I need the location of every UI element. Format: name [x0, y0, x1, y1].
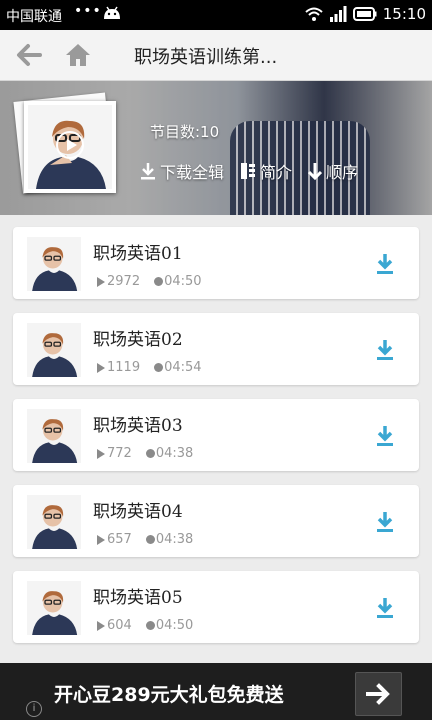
episode-thumbnail	[27, 237, 81, 291]
episode-list: 职场英语01 2972 04:50 职场英语02 1119 04:54 职场英语…	[13, 227, 419, 657]
arrow-right-icon	[366, 683, 390, 705]
play-count-icon	[97, 362, 105, 373]
episode-meta: 2972 04:50	[97, 274, 202, 289]
episode-thumbnail	[27, 581, 81, 635]
download-icon[interactable]	[375, 511, 395, 533]
play-count: 772	[107, 446, 132, 461]
play-count: 657	[107, 532, 132, 547]
episode-meta: 657 04:38	[97, 532, 193, 547]
download-icon[interactable]	[375, 425, 395, 447]
battery-icon	[352, 7, 377, 21]
episode-thumbnail	[27, 323, 81, 377]
list-item[interactable]: 职场英语05 604 04:50	[13, 571, 419, 643]
episode-meta: 604 04:50	[97, 618, 193, 633]
duration: 04:54	[164, 360, 202, 375]
play-count-icon	[97, 448, 105, 459]
episode-thumbnail	[27, 495, 81, 549]
clock-icon	[154, 363, 164, 372]
ad-go-button[interactable]	[355, 672, 402, 716]
play-count: 604	[107, 618, 132, 633]
list-item[interactable]: 职场英语03 772 04:38	[13, 399, 419, 471]
status-bar: 中国联通 ••• 15:10	[0, 0, 432, 30]
title-bar: 职场英语训练第...	[0, 30, 432, 81]
album-header: 节目数:10 下载全辑 简介 顺序	[0, 81, 432, 215]
play-count: 1119	[107, 360, 141, 375]
episode-meta: 772 04:38	[97, 446, 193, 461]
signal-icon	[329, 6, 347, 22]
episode-meta: 1119 04:54	[97, 360, 202, 375]
episode-title: 职场英语02	[93, 330, 183, 350]
episode-title: 职场英语05	[93, 588, 183, 608]
download-icon[interactable]	[375, 339, 395, 361]
episode-title: 职场英语01	[93, 244, 183, 264]
list-item[interactable]: 职场英语02 1119 04:54	[13, 313, 419, 385]
play-circle-icon[interactable]	[56, 131, 84, 159]
clock-icon	[145, 535, 155, 544]
sort-arrow-icon	[308, 163, 323, 180]
intro-label: 简介	[260, 163, 293, 182]
download-all-button[interactable]: 下载全辑	[140, 159, 224, 183]
info-icon[interactable]: i	[26, 701, 42, 717]
duration: 04:38	[155, 532, 194, 547]
episode-thumbnail	[27, 409, 81, 463]
back-arrow-icon[interactable]	[14, 42, 42, 68]
ad-banner[interactable]: i 开心豆289元大礼包免费送	[0, 663, 432, 720]
intro-button[interactable]: 简介	[240, 159, 292, 183]
carrier-name: 中国联通	[6, 9, 62, 25]
page-title: 职场英语训练第...	[134, 47, 278, 68]
home-icon[interactable]	[64, 41, 92, 69]
ad-text: 开心豆289元大礼包免费送	[54, 684, 284, 706]
order-label: 顺序	[326, 163, 359, 182]
download-icon[interactable]	[375, 597, 395, 619]
clock-icon	[145, 621, 155, 630]
intro-icon	[241, 163, 256, 179]
program-count: 节目数:10	[150, 123, 220, 141]
duration: 04:38	[155, 446, 194, 461]
clock-icon	[145, 449, 155, 458]
play-count-icon	[97, 276, 105, 287]
list-item[interactable]: 职场英语04 657 04:38	[13, 485, 419, 557]
order-button[interactable]: 顺序	[308, 159, 358, 183]
duration: 04:50	[164, 274, 202, 289]
list-item[interactable]: 职场英语01 2972 04:50	[13, 227, 419, 299]
download-all-label: 下载全辑	[160, 163, 225, 182]
download-icon[interactable]	[375, 253, 395, 275]
duration: 04:50	[155, 618, 194, 633]
play-count-icon	[97, 534, 105, 545]
episode-title: 职场英语03	[93, 416, 183, 436]
clock-icon	[154, 277, 164, 286]
android-icon	[104, 6, 120, 19]
play-count: 2972	[107, 274, 141, 289]
episode-title: 职场英语04	[93, 502, 183, 522]
clock-time: 15:10	[382, 5, 426, 23]
play-count-icon	[97, 620, 105, 631]
download-icon	[141, 163, 155, 180]
notification-dots: •••	[74, 3, 102, 19]
wifi-icon	[305, 7, 323, 21]
album-cover[interactable]	[24, 101, 116, 193]
album-actions: 下载全辑 简介 顺序	[140, 159, 358, 183]
